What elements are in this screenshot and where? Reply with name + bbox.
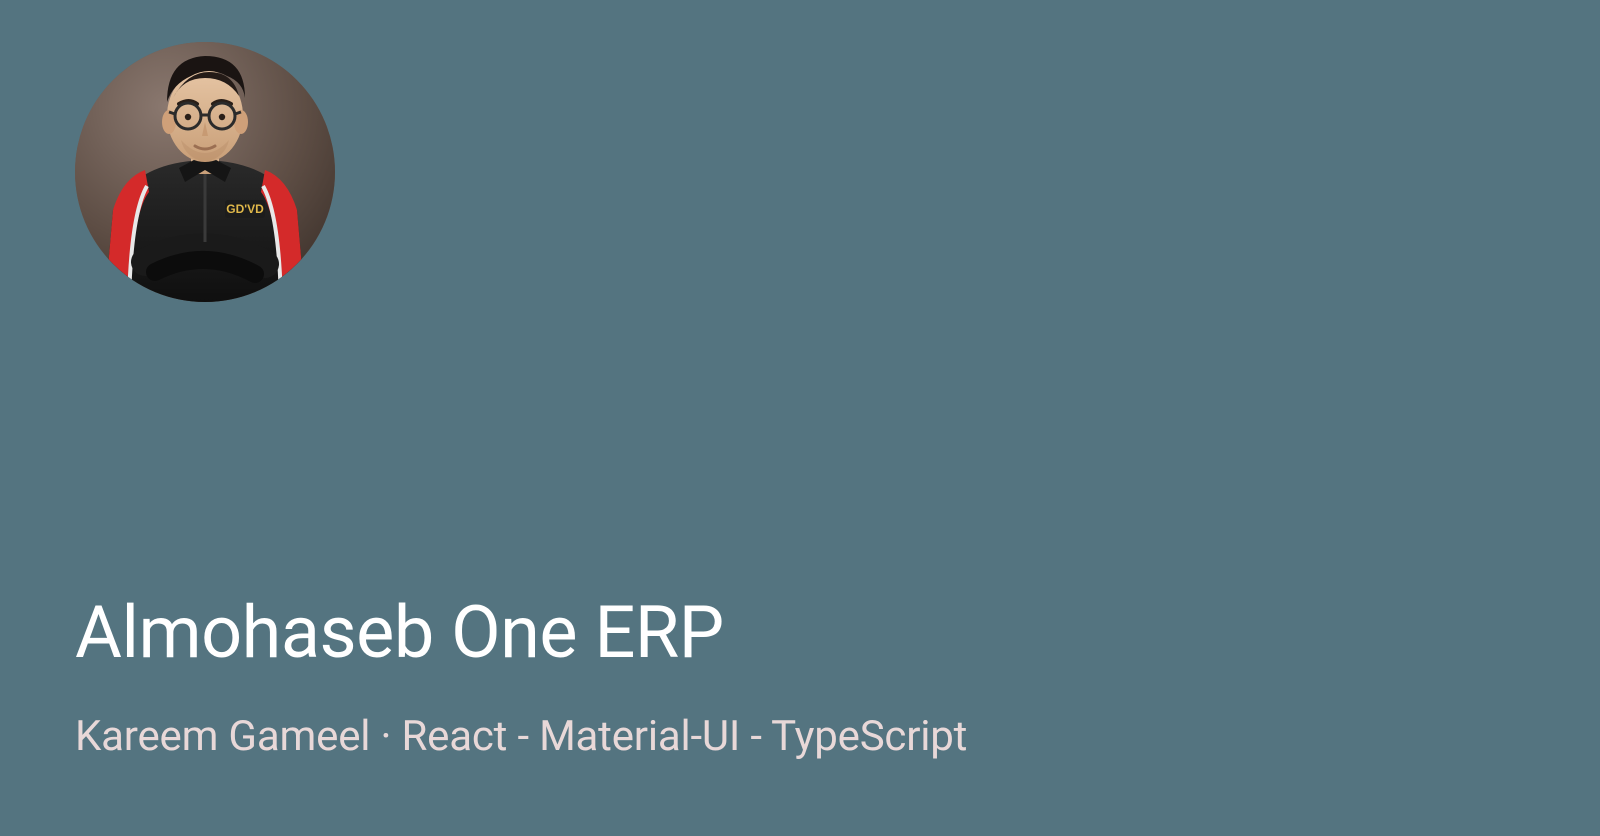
tech-stack: React - Material-UI - TypeScript — [402, 712, 968, 761]
svg-text:GD'VD: GD'VD — [226, 202, 264, 216]
subtitle: Kareem Gameel · React - Material-UI - Ty… — [75, 712, 967, 761]
author-name: Kareem Gameel — [75, 712, 370, 761]
card-content: GD'VD — [75, 0, 1525, 836]
page-title: Almohaseb One ERP — [75, 590, 724, 675]
separator: · — [370, 712, 401, 761]
avatar: GD'VD — [75, 42, 335, 302]
